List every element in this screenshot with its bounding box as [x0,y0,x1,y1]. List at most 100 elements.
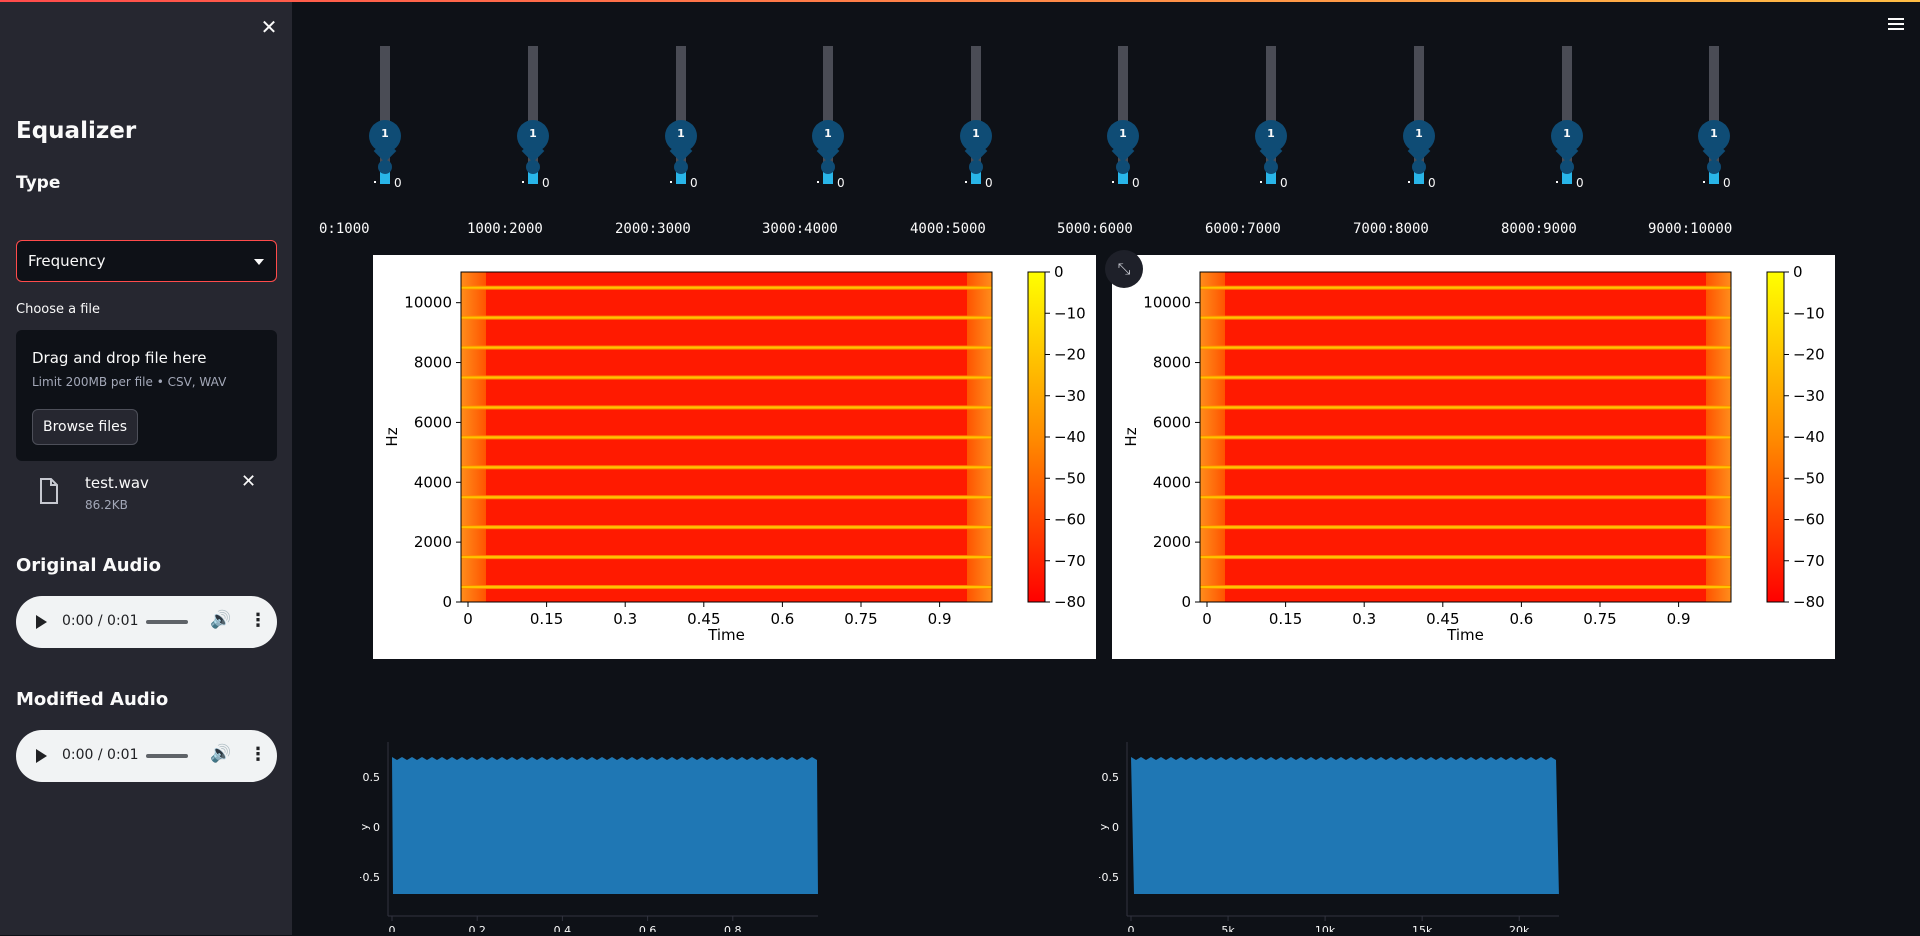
y-tick-label: −0.5 [1099,871,1119,884]
y-tick-label: −0.5 [360,871,380,884]
band-slider[interactable]: 10 [1251,46,1291,196]
y-tick-label: 8000 [414,354,452,372]
type-select-value: Frequency [28,252,106,270]
file-dropzone[interactable]: Drag and drop file here Limit 200MB per … [16,330,277,461]
y-tick-label: 6000 [1153,413,1191,431]
close-sidebar-icon[interactable]: ✕ [258,16,280,38]
spectrogram-tone-line [461,376,992,379]
slider-knob[interactable] [674,160,688,174]
file-icon [40,478,58,504]
band-slider[interactable]: 10 [661,46,701,196]
band-slider[interactable]: 10 [808,46,848,196]
slider-min-label: 0 [837,176,845,190]
more-options-icon[interactable]: ⋮ [249,610,267,631]
y-tick-label: 4000 [1153,473,1191,491]
slider-min-dot [522,181,524,183]
slider-knob[interactable] [821,160,835,174]
spectrogram-tone-line [461,466,992,469]
band-slider[interactable]: 10 [1694,46,1734,196]
spectrogram-tone-line [461,406,992,409]
colorbar-tick-label: 0 [1793,263,1803,281]
band-range-label: 1000:2000 [467,221,543,237]
band-slider[interactable]: 10 [1103,46,1143,196]
spectrogram-tone-line [461,586,992,589]
volume-icon[interactable]: 🔊 [210,610,231,630]
spectrogram-tone-line [1200,406,1731,409]
y-tick-label: 10000 [1143,294,1191,312]
remove-file-icon[interactable]: ✕ [241,471,256,492]
slider-knob[interactable] [1412,160,1426,174]
slider-min-label: 0 [1132,176,1140,190]
spectrogram-tone-line [1200,556,1731,559]
audio-progress-bar[interactable] [146,620,188,624]
browse-files-button[interactable]: Browse files [32,409,138,445]
waveform-area [392,757,818,897]
band-range-label: 6000:7000 [1205,221,1281,237]
colorbar-tick-label: −20 [1054,346,1086,364]
colorbar-tick-label: −30 [1054,387,1086,405]
slider-value: 1 [824,127,832,140]
modified-audio-player[interactable]: 0:00 / 0:01 🔊 ⋮ [16,730,277,782]
spectrogram-tone-line [461,556,992,559]
slider-knob[interactable] [1264,160,1278,174]
spectrogram-tone-line [1200,286,1731,289]
slider-knob[interactable] [1707,160,1721,174]
spectrogram-tone-line [461,346,992,349]
volume-icon[interactable]: 🔊 [210,744,231,764]
waveform-frequency-chart: 0.5 0 −0.5 0 5k 10k 15k 20k y [1092,732,1619,936]
band-range-label: 8000:9000 [1501,221,1577,237]
fullscreen-expand-icon[interactable]: ⤡ [1105,250,1143,288]
spectrogram-original-svg: 0 0.15 0.3 0.45 0.6 0.75 0.9020004000600080001… [383,263,1086,644]
band-slider[interactable]: 10 [365,46,405,196]
audio-progress-bar[interactable] [146,754,188,758]
colorbar-tick-label: −30 [1793,387,1825,405]
x-tick-label: 0.3 [613,610,637,628]
colorbar-tick-label: −10 [1793,304,1825,322]
spectrogram-tone-line [1200,526,1731,529]
x-tick-label: 5k [1221,924,1235,932]
spectrogram-tone-line [1200,496,1731,499]
x-tick-label: 20k [1509,924,1530,932]
x-tick-label: 15k [1412,924,1433,932]
slider-value: 1 [529,127,537,140]
slider-knob[interactable] [969,160,983,174]
slider-min-label: 0 [1280,176,1288,190]
spectrogram-tone-line [1200,316,1731,319]
play-icon[interactable] [36,749,47,763]
x-tick-label: 0.9 [928,610,952,628]
colorbar-tick-label: −60 [1793,511,1825,529]
y-tick-label: 6000 [414,413,452,431]
y-tick-label: 0.5 [1102,771,1120,784]
colorbar-tick-label: −40 [1793,428,1825,446]
y-tick-label: 10000 [404,294,452,312]
slider-min-label: 0 [394,176,402,190]
colorbar-tick-label: −70 [1793,552,1825,570]
play-icon[interactable] [36,615,47,629]
slider-value: 1 [1119,127,1127,140]
y-tick-label: 2000 [414,533,452,551]
band-slider[interactable]: 10 [1547,46,1587,196]
colorbar [1766,271,1785,603]
colorbar-tick-label: −20 [1793,346,1825,364]
spectrogram-tone-line [461,316,992,319]
more-options-icon[interactable]: ⋮ [249,744,267,765]
band-slider[interactable]: 10 [1399,46,1439,196]
spectrogram-tone-line [461,436,992,439]
slider-value: 1 [1267,127,1275,140]
slider-knob[interactable] [526,160,540,174]
spectrogram-modified: 0 0.15 0.3 0.45 0.6 0.75 0.9 0 2000 4000 6000 8000 1… [1112,255,1835,659]
original-audio-player[interactable]: 0:00 / 0:01 🔊 ⋮ [16,596,277,648]
slider-knob[interactable] [1116,160,1130,174]
spectrogram-original: 0 0.15 0.3 0.45 0.6 0.75 0.9 0 2000 4000 6000 8000 1… [373,255,1096,659]
slider-value: 1 [1563,127,1571,140]
band-slider[interactable]: 10 [513,46,553,196]
slider-min-dot [1556,181,1558,183]
band-slider[interactable]: 10 [956,46,996,196]
x-tick-label: 0.6 [639,924,657,932]
slider-min-label: 0 [542,176,550,190]
hamburger-menu-icon[interactable] [1888,18,1906,32]
slider-knob[interactable] [1560,160,1574,174]
slider-min-label: 0 [985,176,993,190]
type-select[interactable]: Frequency [16,240,277,282]
slider-knob[interactable] [378,160,392,174]
